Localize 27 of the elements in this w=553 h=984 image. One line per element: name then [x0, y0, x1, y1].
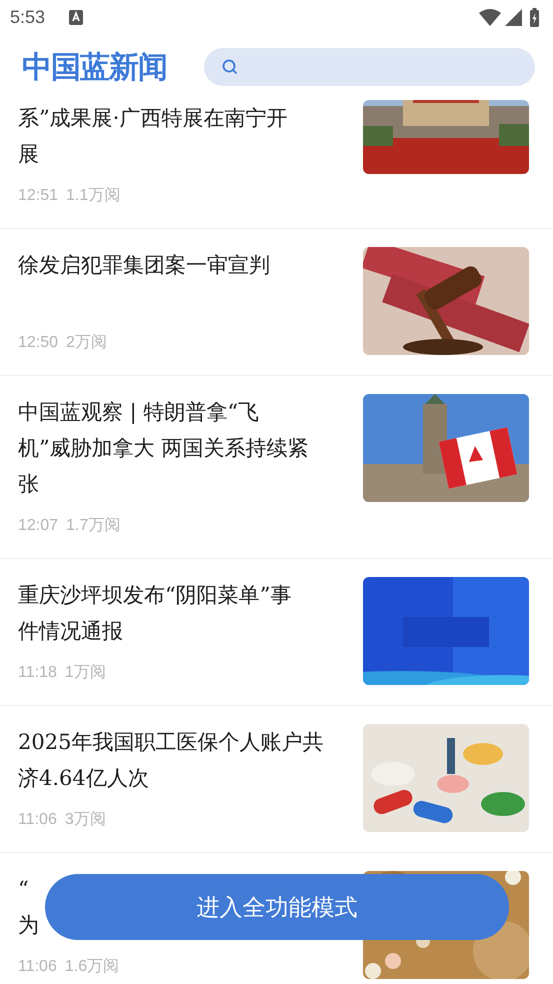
search-icon — [222, 59, 238, 75]
status-time: 5:53 — [10, 6, 46, 28]
wifi-icon — [479, 8, 501, 26]
view-count: 1.7万阅 — [66, 516, 120, 536]
article-title: 系”成果展·广西特展在南宁开 展 — [18, 105, 288, 168]
article-title: 重庆沙坪坝发布“阴阳菜单”事 件情况通报 — [18, 582, 292, 645]
view-count: 3万阅 — [64, 810, 106, 830]
article-title: 2025年我国职工医保个人账户共 济4.64亿人次 — [18, 729, 324, 792]
view-count: 1.6万阅 — [64, 957, 120, 977]
article-title: 中国蓝观察 | 特朗普拿“飞 机”威胁加拿大 两国关系持续紧 张 — [18, 399, 308, 498]
search-field[interactable] — [204, 48, 535, 86]
publish-time: 12:50 — [18, 333, 58, 353]
view-count: 1万阅 — [64, 663, 106, 683]
keyboard-notification-icon — [69, 10, 84, 24]
publish-time: 12:07 — [18, 516, 58, 536]
publish-time: 12:51 — [18, 186, 58, 206]
signal-icon — [505, 8, 522, 26]
publish-time: 11:06 — [18, 957, 57, 977]
publish-time: 11:06 — [18, 810, 57, 830]
article-title: 徐发启犯罪集团案一审宣判 — [18, 252, 270, 279]
view-count: 1.1万阅 — [66, 186, 120, 206]
full-mode-button[interactable]: 进入全功能模式 — [45, 874, 509, 940]
publish-time: 11:18 — [18, 663, 57, 683]
battery-charging-icon — [530, 8, 539, 26]
app-logo: 中国蓝新闻 — [22, 48, 167, 86]
view-count: 2万阅 — [66, 333, 107, 353]
article-title: “ 为 — [18, 876, 39, 939]
